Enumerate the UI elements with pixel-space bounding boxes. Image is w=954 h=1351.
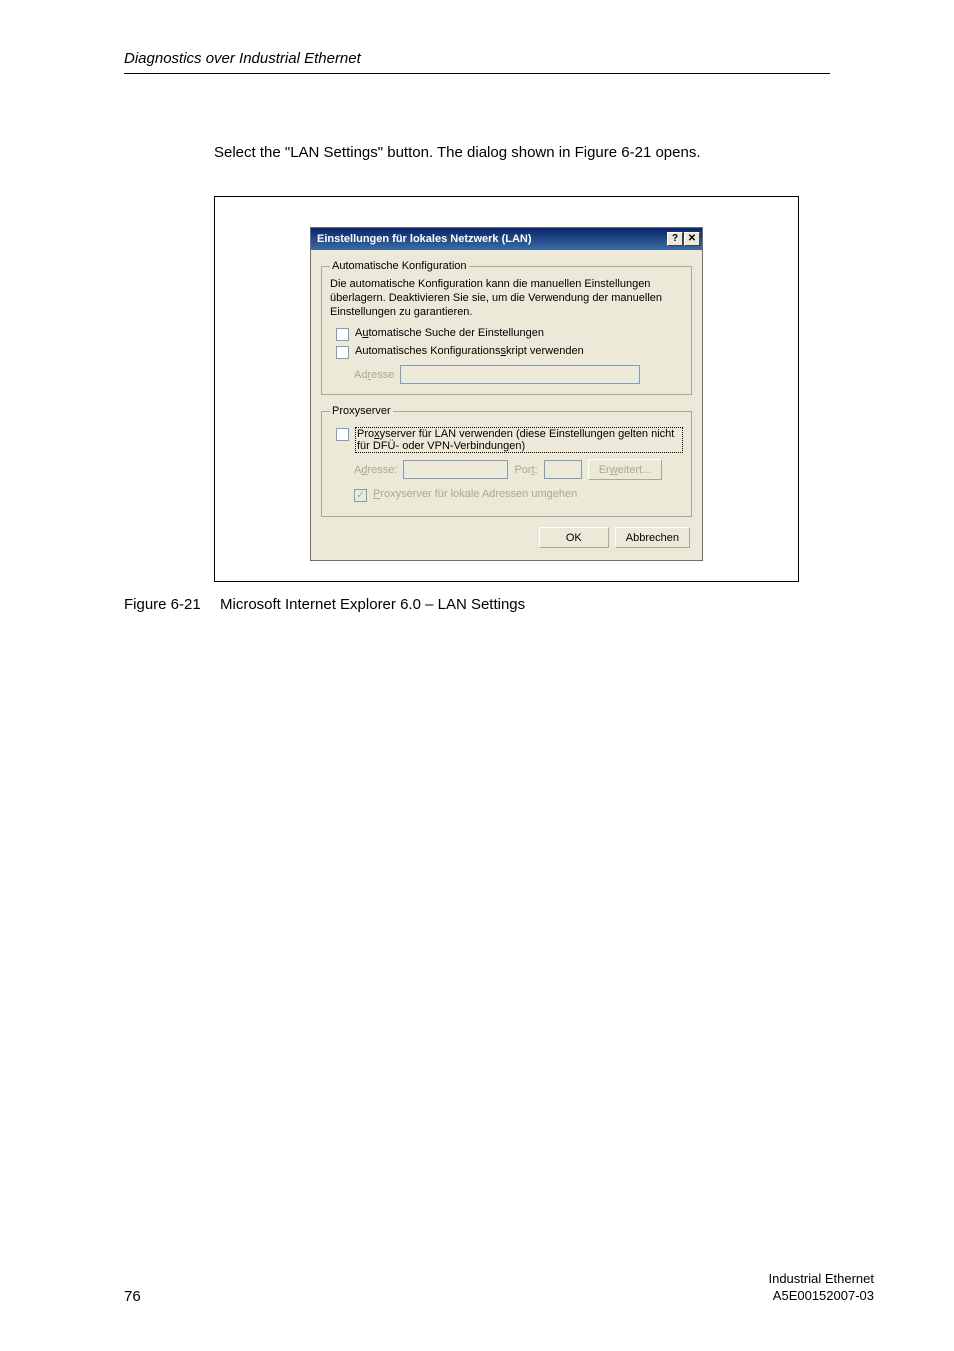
group-auto-config: Automatische Konfiguration Die automatis… — [321, 260, 692, 395]
label-auto-detect: Automatische Suche der Einstellungen — [355, 327, 544, 339]
ok-button[interactable]: OK — [539, 527, 609, 548]
figure-caption-text: Microsoft Internet Explorer 6.0 – LAN Se… — [220, 596, 525, 613]
close-icon[interactable]: ✕ — [684, 232, 700, 246]
dialog-body: Automatische Konfiguration Die automatis… — [311, 250, 702, 560]
advanced-button[interactable]: Erweitert... — [588, 459, 663, 480]
group-proxy: Proxyserver Proxyserver für LAN verwende… — [321, 405, 692, 517]
input-proxy-address[interactable] — [403, 460, 508, 479]
label-proxy-address: Adresse: — [354, 464, 397, 476]
footer-product: Industrial Ethernet — [768, 1271, 874, 1288]
figure-caption: Figure 6-21 Microsoft Internet Explorer … — [124, 596, 830, 613]
figure-container: Einstellungen für lokales Netzwerk (LAN)… — [214, 196, 799, 582]
cancel-button[interactable]: Abbrechen — [615, 527, 690, 548]
group-proxy-legend: Proxyserver — [330, 405, 393, 417]
help-icon[interactable]: ? — [667, 232, 683, 246]
page-number: 76 — [124, 1288, 141, 1305]
label-proxy-port: Port: — [514, 464, 537, 476]
footer-docnum: A5E00152007-03 — [768, 1288, 874, 1305]
input-script-address[interactable] — [400, 365, 640, 384]
page-footer: 76 Industrial Ethernet A5E00152007-03 — [124, 1271, 874, 1305]
checkbox-auto-script[interactable] — [336, 346, 349, 359]
label-auto-script: Automatisches Konfigurationsskript verwe… — [355, 345, 584, 357]
dialog-titlebar: Einstellungen für lokales Netzwerk (LAN)… — [311, 228, 702, 250]
dialog-title: Einstellungen für lokales Netzwerk (LAN) — [317, 233, 667, 245]
label-use-proxy: Proxyserver für LAN verwenden (diese Ein… — [355, 427, 683, 453]
page-header: Diagnostics over Industrial Ethernet — [124, 50, 830, 74]
label-bypass-local: Proxyserver für lokale Adressen umgehen — [373, 488, 577, 500]
checkbox-auto-detect[interactable] — [336, 328, 349, 341]
checkbox-bypass-local[interactable]: ✓ — [354, 489, 367, 502]
input-proxy-port[interactable] — [544, 460, 582, 479]
intro-text: Select the "LAN Settings" button. The di… — [214, 144, 830, 161]
lan-settings-dialog: Einstellungen für lokales Netzwerk (LAN)… — [310, 227, 703, 561]
checkbox-use-proxy[interactable] — [336, 428, 349, 441]
label-script-address: Adresse — [354, 369, 394, 381]
figure-label: Figure 6-21 — [124, 596, 220, 613]
group-auto-legend: Automatische Konfiguration — [330, 260, 469, 272]
auto-config-description: Die automatische Konfiguration kann die … — [330, 278, 683, 319]
